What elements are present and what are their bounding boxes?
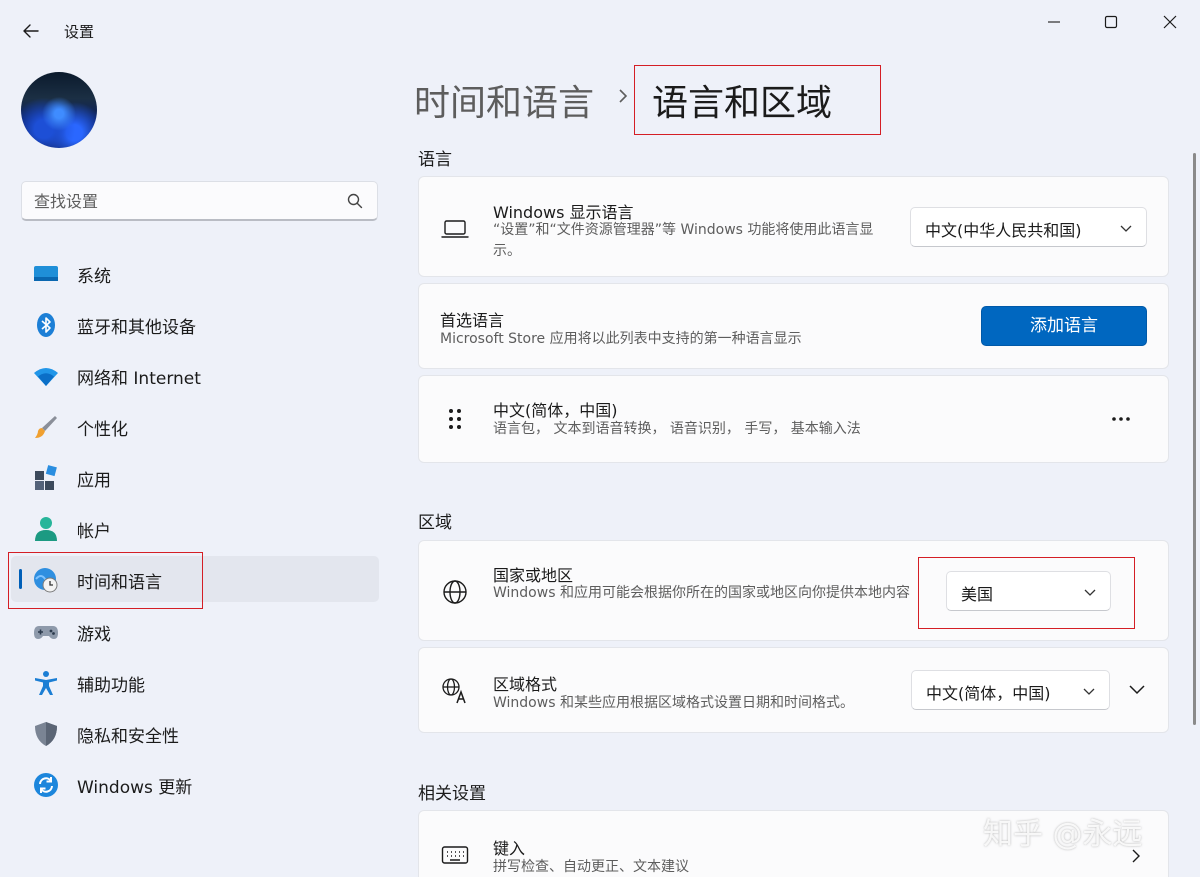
sidebar-item-accounts[interactable]: 帐户 <box>11 505 379 551</box>
more-icon <box>1112 417 1130 421</box>
sidebar-item-accessibility[interactable]: 辅助功能 <box>11 659 379 705</box>
wifi-icon <box>34 368 58 386</box>
country-region-dropdown[interactable]: 美国 <box>946 571 1111 611</box>
sidebar-item-time-language[interactable]: 时间和语言 <box>11 556 379 602</box>
installed-language-card[interactable]: 中文(简体，中国) 语言包， 文本到语音转换， 语音识别， 手写， 基本输入法 <box>418 375 1169 463</box>
sidebar-item-privacy[interactable]: 隐私和安全性 <box>11 710 379 756</box>
sidebar-item-label: Windows 更新 <box>77 778 193 798</box>
typing-card[interactable]: 键入 拼写检查、自动更正、文本建议 <box>418 810 1169 877</box>
search-box[interactable] <box>21 181 378 221</box>
update-icon <box>34 773 58 797</box>
chevron-right-icon <box>619 89 628 103</box>
sidebar-item-bluetooth[interactable]: 蓝牙和其他设备 <box>11 301 379 347</box>
display-language-description: “设置”和“文件资源管理器”等 Windows 功能将使用此语言显示。 <box>493 222 874 259</box>
shield-icon <box>35 722 57 746</box>
sidebar-item-windows-update[interactable]: Windows 更新 <box>11 761 379 807</box>
dropdown-value: 中文(简体，中国) <box>926 684 1051 703</box>
app-title: 设置 <box>64 23 95 41</box>
more-options-button[interactable] <box>1104 405 1138 433</box>
back-button[interactable] <box>18 18 44 44</box>
close-button[interactable] <box>1148 8 1192 36</box>
sidebar-item-label: 应用 <box>77 471 111 491</box>
brush-icon <box>35 416 57 438</box>
sidebar-item-system[interactable]: 系统 <box>11 250 379 296</box>
section-title-related: 相关设置 <box>418 784 486 804</box>
installed-language-description: 语言包， 文本到语音转换， 语音识别， 手写， 基本输入法 <box>493 421 861 437</box>
time-language-icon <box>34 568 58 593</box>
sidebar-item-label: 时间和语言 <box>77 573 162 593</box>
minimize-button[interactable] <box>1032 8 1076 36</box>
dropdown-value: 中文(中华人民共和国) <box>925 221 1082 240</box>
regional-format-description: Windows 和某些应用根据区域格式设置日期和时间格式。 <box>493 695 854 711</box>
arrow-left-icon <box>23 24 39 38</box>
sidebar-item-label: 系统 <box>77 267 111 287</box>
sidebar-item-apps[interactable]: 应用 <box>11 454 379 500</box>
accessibility-icon <box>35 671 57 695</box>
close-icon <box>1163 15 1177 29</box>
chevron-down-icon <box>1120 225 1132 232</box>
add-language-button[interactable]: 添加语言 <box>981 306 1147 346</box>
country-region-description: Windows 和应用可能会根据你所在的国家或地区向你提供本地内容 <box>493 585 910 601</box>
chevron-down-icon <box>1083 688 1095 695</box>
minimize-icon <box>1048 21 1060 23</box>
maximize-button[interactable] <box>1089 8 1133 36</box>
sidebar-item-gaming[interactable]: 游戏 <box>11 608 379 654</box>
regional-format-icon <box>442 678 466 704</box>
breadcrumb-parent[interactable]: 时间和语言 <box>414 74 594 126</box>
sidebar-item-personalization[interactable]: 个性化 <box>11 403 379 449</box>
sidebar-item-label: 游戏 <box>77 625 111 645</box>
country-region-card: 国家或地区 Windows 和应用可能会根据你所在的国家或地区向你提供本地内容 … <box>418 540 1169 641</box>
system-icon <box>34 266 58 281</box>
apps-icon <box>35 465 57 490</box>
sidebar-item-network[interactable]: 网络和 Internet <box>11 352 379 398</box>
account-icon <box>35 517 57 541</box>
gamepad-icon <box>34 626 58 639</box>
user-avatar[interactable] <box>21 72 97 148</box>
search-icon[interactable] <box>347 193 363 209</box>
preferred-language-description: Microsoft Store 应用将以此列表中支持的第一种语言显示 <box>440 331 802 347</box>
bluetooth-icon <box>37 313 55 337</box>
maximize-icon <box>1104 15 1118 29</box>
regional-format-card[interactable]: 区域格式 Windows 和某些应用根据区域格式设置日期和时间格式。 中文(简体… <box>418 647 1169 733</box>
drag-handle-icon[interactable] <box>441 406 469 434</box>
chevron-down-icon <box>1084 589 1096 596</box>
globe-icon <box>443 580 467 604</box>
preferred-language-title: 首选语言 <box>440 311 505 330</box>
scrollbar[interactable] <box>1193 153 1196 725</box>
typing-title: 键入 <box>493 839 526 858</box>
active-indicator <box>19 569 22 589</box>
installed-language-title: 中文(简体，中国) <box>493 401 618 420</box>
title-bar: 设置 <box>0 0 1200 56</box>
laptop-icon <box>441 220 469 238</box>
regional-format-title: 区域格式 <box>493 675 558 694</box>
search-input[interactable] <box>34 189 334 213</box>
sidebar-item-label: 帐户 <box>77 522 111 542</box>
sidebar-item-label: 网络和 Internet <box>77 369 201 389</box>
dropdown-value: 美国 <box>961 585 994 604</box>
expand-chevron-icon[interactable] <box>1126 682 1148 698</box>
page-title: 语言和区域 <box>652 83 833 124</box>
sidebar-item-label: 隐私和安全性 <box>77 727 179 747</box>
display-language-dropdown[interactable]: 中文(中华人民共和国) <box>910 207 1147 247</box>
chevron-right-icon <box>1132 849 1140 863</box>
sidebar-item-label: 蓝牙和其他设备 <box>77 318 196 338</box>
regional-format-dropdown[interactable]: 中文(简体，中国) <box>911 670 1110 710</box>
typing-description: 拼写检查、自动更正、文本建议 <box>493 859 689 875</box>
section-title-language: 语言 <box>418 150 452 170</box>
sidebar-item-label: 个性化 <box>77 420 128 440</box>
display-language-card: Windows 显示语言 “设置”和“文件资源管理器”等 Windows 功能将… <box>418 176 1169 277</box>
section-title-region: 区域 <box>418 513 452 533</box>
sidebar-item-label: 辅助功能 <box>77 676 145 696</box>
keyboard-icon <box>441 846 469 864</box>
